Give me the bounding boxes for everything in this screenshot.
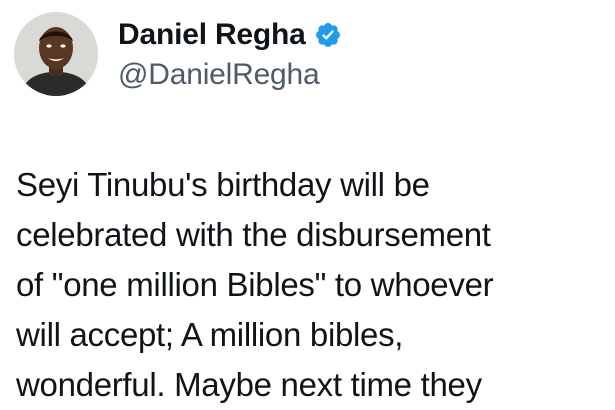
author-name-row: Daniel Regha (118, 16, 342, 54)
tweet-text-line: will accept; A million bibles, (16, 316, 404, 353)
author-handle[interactable]: @DanielRegha (118, 58, 320, 92)
tweet-text-line: Seyi Tinubu's birthday will be (16, 166, 430, 203)
tweet-text-line: celebrated with the disbursement (16, 216, 491, 253)
tweet-card: Daniel Regha @DanielRegha Seyi Tinubu's … (0, 0, 615, 410)
verified-badge-icon (314, 21, 342, 49)
tweet-text-line: wonderful. Maybe next time they (16, 366, 482, 403)
avatar[interactable] (14, 12, 98, 96)
tweet-text-line: of "one million Bibles" to whoever (16, 266, 494, 303)
tweet-text: Seyi Tinubu's birthday will be celebrate… (16, 160, 606, 410)
author-display-name[interactable]: Daniel Regha (118, 18, 306, 52)
profile-photo (14, 12, 98, 96)
